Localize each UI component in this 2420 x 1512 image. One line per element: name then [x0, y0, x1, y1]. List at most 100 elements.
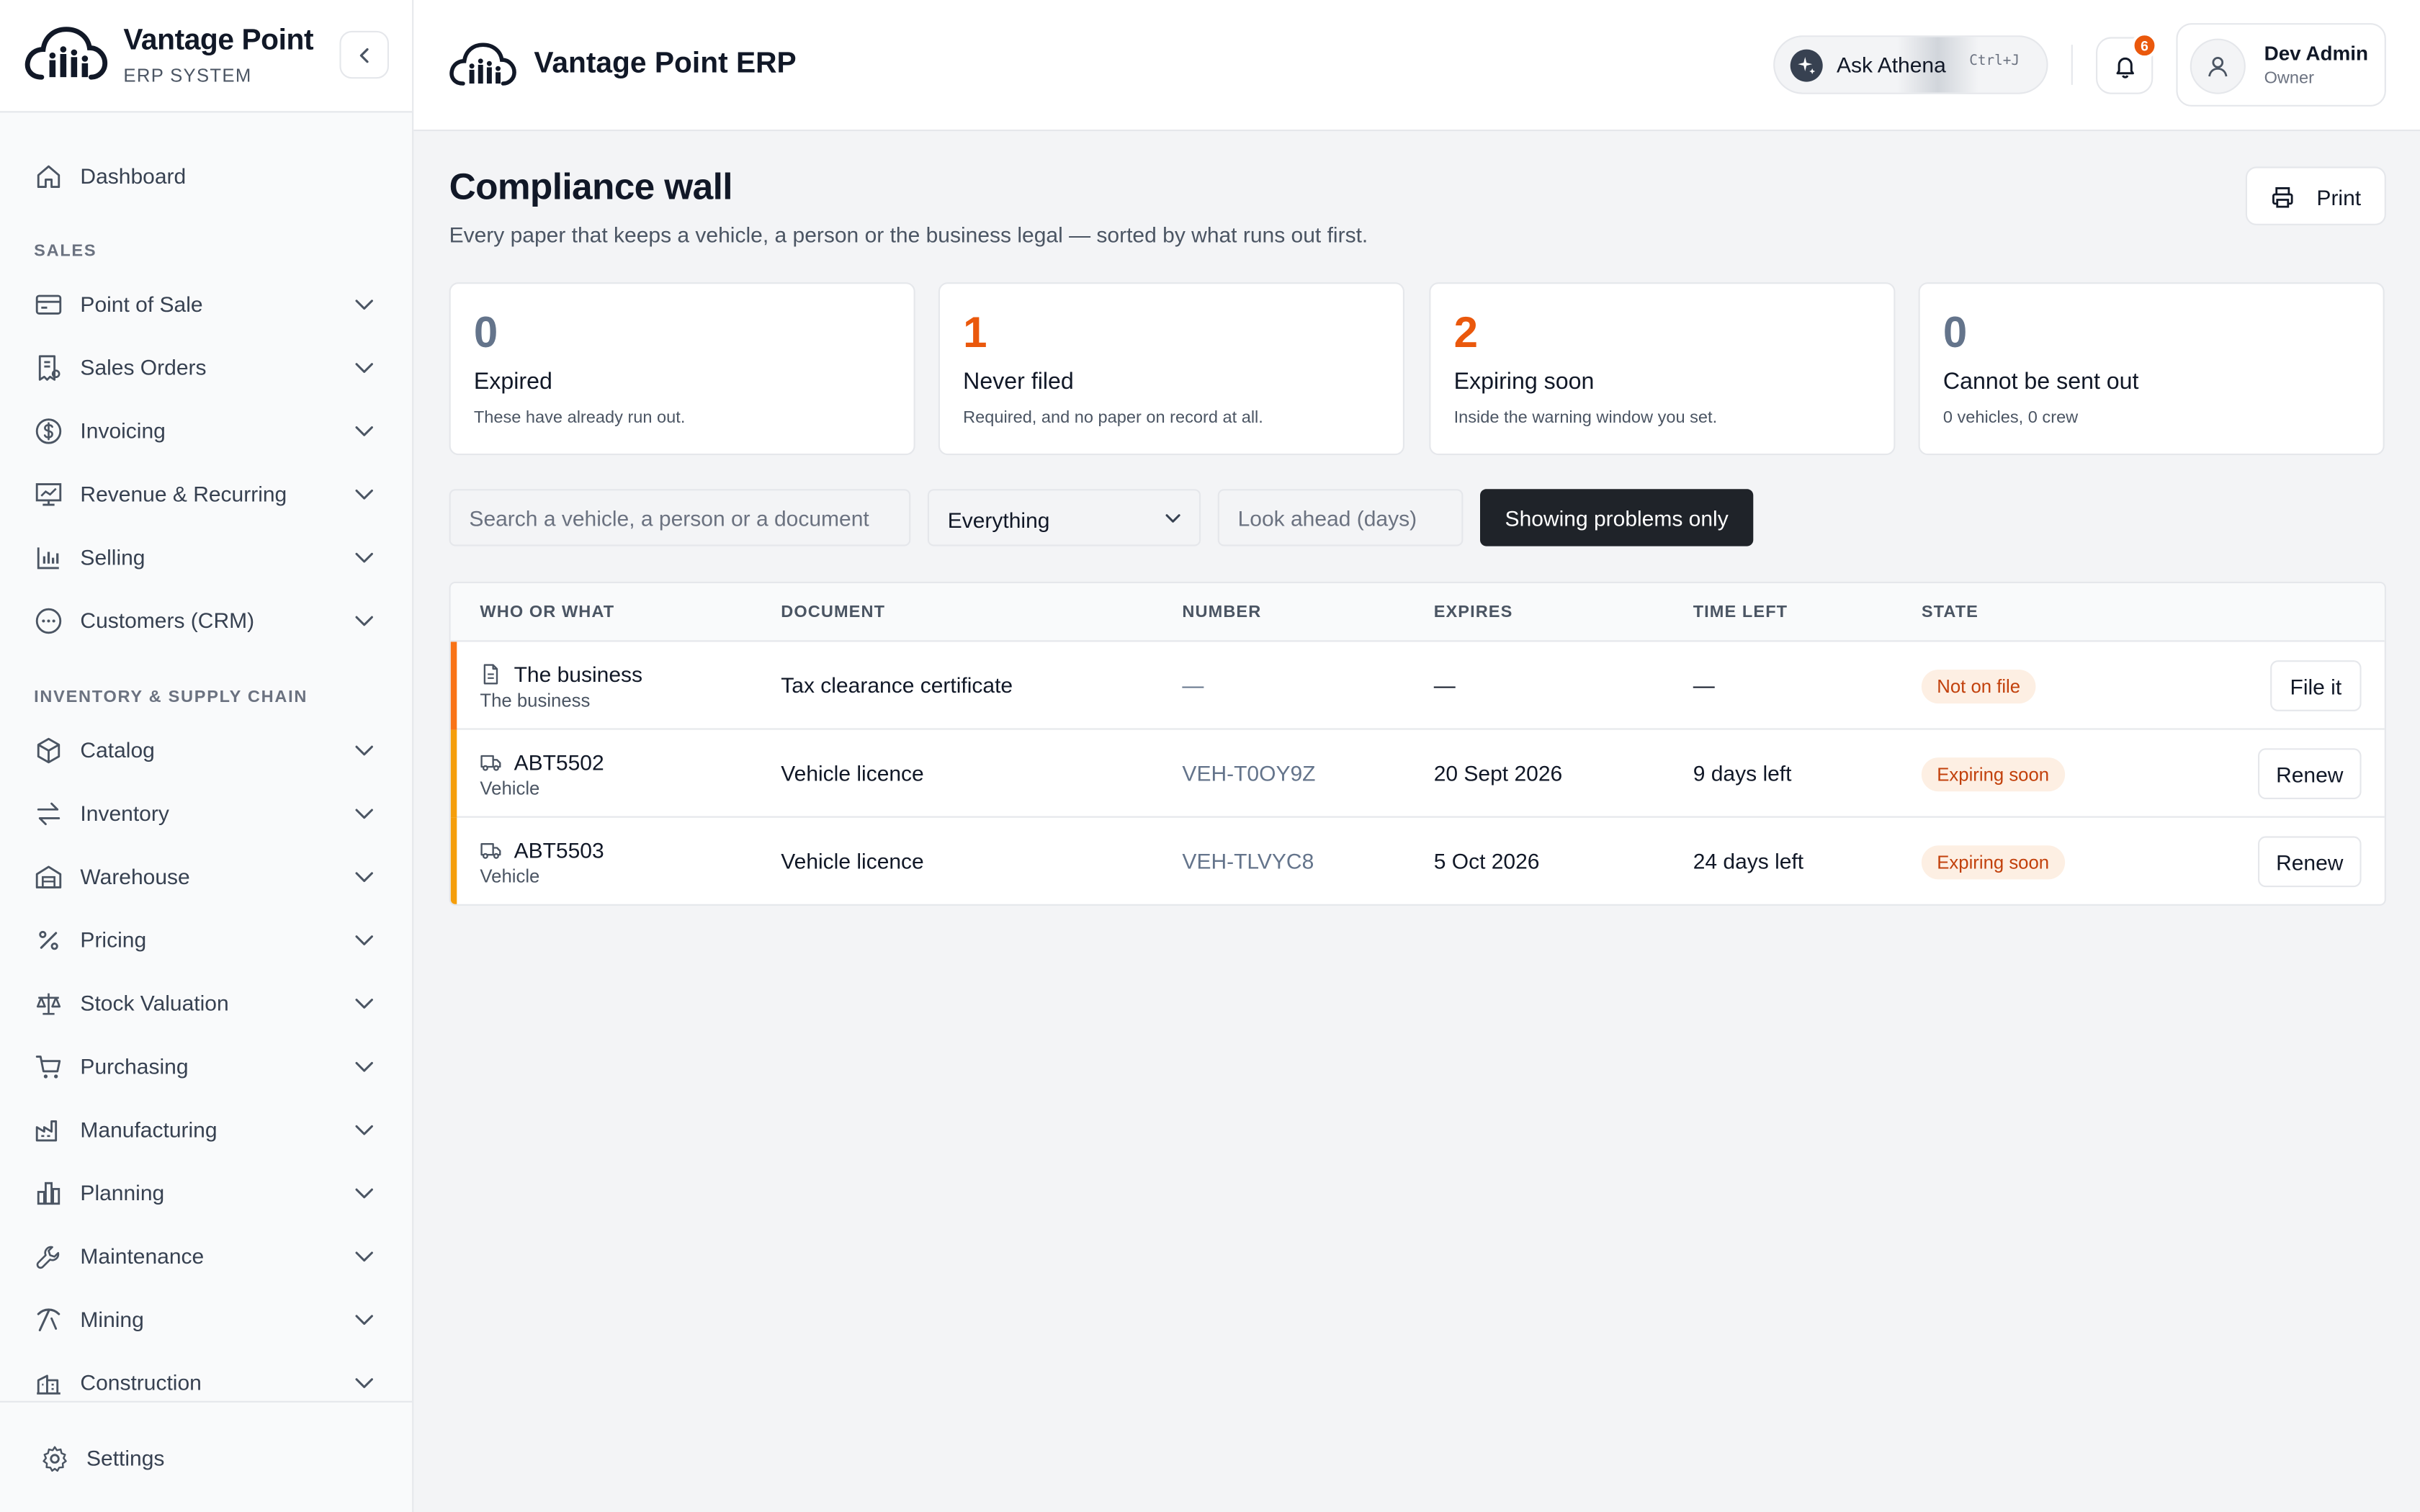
- sidebar-item-purchasing[interactable]: Purchasing: [0, 1038, 412, 1094]
- sidebar-item-manufacturing[interactable]: Manufacturing: [0, 1102, 412, 1157]
- sidebar-item-invoicing[interactable]: Invoicing: [0, 402, 412, 458]
- collapse-sidebar-button[interactable]: [339, 30, 389, 79]
- sidebar-item-construction[interactable]: Construction: [0, 1354, 412, 1400]
- chevron-down-icon: [355, 1315, 373, 1326]
- bar-chart-icon: [37, 546, 59, 569]
- cart-icon: [35, 1055, 61, 1078]
- summary-description: These have already run out.: [473, 408, 686, 428]
- column-header: TIME LEFT: [1693, 603, 1788, 622]
- summary-card-never-filed[interactable]: 1 Never filed Required, and no paper on …: [938, 282, 1404, 456]
- sidebar-item-label: Point of Sale: [80, 292, 203, 317]
- summary-card-expiring-soon[interactable]: 2 Expiring soon Inside the warning windo…: [1429, 282, 1896, 456]
- table-header: WHO OR WHAT DOCUMENT NUMBER EXPIRES TIME…: [450, 583, 2385, 642]
- chevron-down-icon: [355, 935, 373, 945]
- renew-button[interactable]: Renew: [2258, 836, 2362, 888]
- user-role: Owner: [2264, 69, 2315, 89]
- summary-card-cannot-be-sent-out[interactable]: 0 Cannot be sent out 0 vehicles, 0 crew: [1918, 282, 2385, 456]
- receipt-icon: [38, 354, 60, 380]
- entity-type: Vehicle: [480, 865, 540, 888]
- wrench-icon: [36, 1245, 60, 1269]
- compliance-table: WHO OR WHAT DOCUMENT NUMBER EXPIRES TIME…: [449, 581, 2386, 906]
- user-menu-button[interactable]: Dev Admin Owner: [2176, 23, 2386, 107]
- sidebar-item-mining[interactable]: Mining: [0, 1292, 412, 1347]
- presentation-chart-icon: [35, 482, 62, 505]
- truck-icon: [480, 755, 501, 771]
- notification-count-badge: 6: [2131, 32, 2158, 59]
- chevron-down-icon: [355, 1188, 373, 1199]
- time-left: 9 days left: [1693, 760, 1792, 786]
- nav-section-inventory: INVENTORY & SUPPLY CHAIN: [34, 688, 308, 707]
- look-ahead-days-input[interactable]: [1217, 489, 1464, 546]
- sparkle-icon: [1790, 49, 1823, 82]
- chevron-down-icon: [355, 363, 373, 373]
- sidebar-item-pricing[interactable]: Pricing: [0, 912, 412, 967]
- sidebar-item-label: Inventory: [80, 801, 169, 826]
- sidebar-item-label: Maintenance: [80, 1243, 205, 1269]
- summary-count: 2: [1453, 308, 1478, 356]
- entity-name: The business: [514, 662, 643, 687]
- file-it-button[interactable]: File it: [2270, 660, 2362, 711]
- sidebar-item-warehouse[interactable]: Warehouse: [0, 849, 412, 904]
- sidebar-item-settings[interactable]: Settings: [0, 1430, 412, 1485]
- column-header: EXPIRES: [1433, 603, 1513, 622]
- sidebar-item-inventory[interactable]: Inventory: [0, 786, 412, 841]
- chevron-down-icon: [355, 1378, 373, 1388]
- sidebar-item-label: Mining: [80, 1307, 144, 1332]
- problems-only-toggle[interactable]: Showing problems only: [1480, 489, 1754, 546]
- document-name: Vehicle licence: [781, 760, 924, 786]
- sidebar: Vantage Point ERP SYSTEM Dashboard SALES…: [0, 0, 414, 1512]
- chevron-down-icon: [355, 552, 373, 563]
- ask-athena-button[interactable]: Ask Athena Ctrl+J: [1773, 35, 2048, 94]
- summary-card-expired[interactable]: 0 Expired These have already run out.: [449, 282, 915, 456]
- sidebar-item-dashboard[interactable]: Dashboard: [0, 148, 412, 204]
- row-accent-bar: [450, 729, 457, 818]
- warehouse-icon: [35, 865, 62, 888]
- status-badge: Expiring soon: [1921, 757, 2065, 792]
- print-button[interactable]: Print: [2245, 166, 2386, 225]
- ask-athena-label: Ask Athena: [1837, 52, 1946, 78]
- chevron-down-icon: [355, 616, 373, 626]
- sidebar-item-planning[interactable]: Planning: [0, 1165, 412, 1220]
- table-row[interactable]: ABT5503 Vehicle Vehicle licence VEH-TLVY…: [450, 817, 2385, 904]
- table-row[interactable]: The business The business Tax clearance …: [450, 642, 2385, 730]
- entity-name: ABT5503: [514, 837, 604, 863]
- arrows-transfer-icon: [37, 801, 60, 824]
- sidebar-item-maintenance[interactable]: Maintenance: [0, 1228, 412, 1284]
- keyboard-shortcut: Ctrl+J: [1969, 54, 2020, 70]
- sidebar-item-point-of-sale[interactable]: Point of Sale: [0, 276, 412, 332]
- sidebar-item-label: Manufacturing: [80, 1117, 218, 1142]
- chevron-down-icon: [355, 872, 373, 883]
- pickaxe-icon: [37, 1308, 60, 1331]
- brand-name: Vantage Point: [123, 24, 314, 58]
- factory-icon: [35, 1119, 58, 1141]
- table-row[interactable]: ABT5502 Vehicle Vehicle licence VEH-T0OY…: [450, 729, 2385, 818]
- document-icon: [483, 664, 498, 685]
- sidebar-brand: Vantage Point ERP SYSTEM: [0, 0, 413, 113]
- chat-bubble-icon: [35, 607, 62, 634]
- page-subtitle: Every paper that keeps a vehicle, a pers…: [449, 222, 1368, 247]
- expiry-date: 5 Oct 2026: [1433, 848, 1540, 873]
- sidebar-item-stock-valuation[interactable]: Stock Valuation: [0, 975, 412, 1030]
- chevron-left-icon: [359, 47, 369, 63]
- columns-chart-icon: [37, 1181, 60, 1205]
- sidebar-item-selling[interactable]: Selling: [0, 529, 412, 585]
- column-header: WHO OR WHAT: [480, 603, 615, 622]
- sidebar-item-customers-crm[interactable]: Customers (CRM): [0, 593, 412, 648]
- time-left: —: [1693, 672, 1715, 698]
- scope-select[interactable]: Everything: [927, 489, 1201, 546]
- entity-type: Vehicle: [480, 778, 540, 799]
- sidebar-item-revenue-recurring[interactable]: Revenue & Recurring: [0, 466, 412, 521]
- renew-button[interactable]: Renew: [2258, 748, 2362, 799]
- sidebar-item-label: Catalog: [80, 737, 155, 762]
- row-accent-bar: [450, 642, 457, 730]
- summary-title: Never filed: [963, 369, 1074, 395]
- sidebar-nav[interactable]: Dashboard SALES Point of Sale Sales Orde…: [0, 112, 412, 1400]
- search-input[interactable]: [449, 489, 911, 546]
- sidebar-item-catalog[interactable]: Catalog: [0, 722, 412, 778]
- time-left: 24 days left: [1693, 848, 1804, 873]
- summary-title: Expired: [473, 369, 552, 395]
- summary-count: 0: [1942, 308, 1968, 356]
- sidebar-item-sales-orders[interactable]: Sales Orders: [0, 339, 412, 395]
- scope-select-value: Everything: [947, 508, 1050, 533]
- summary-description: 0 vehicles, 0 crew: [1942, 408, 2079, 428]
